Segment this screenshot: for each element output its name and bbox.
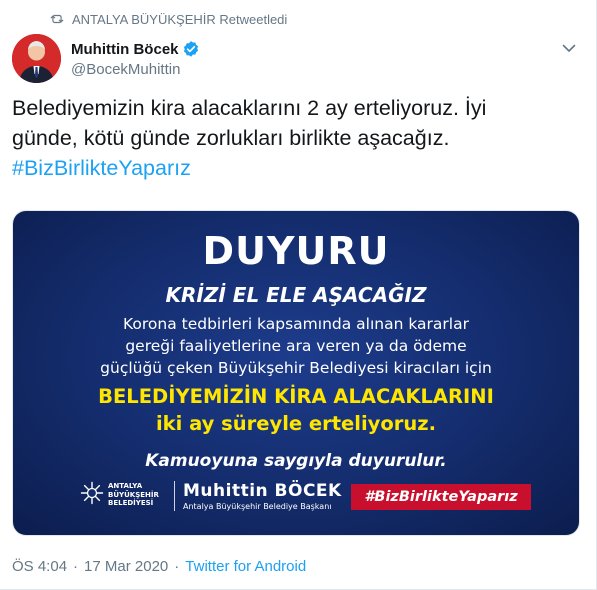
- meta-separator: ·: [174, 557, 180, 575]
- announcement-graphic: DUYURU KRİZİ EL ELE AŞACAĞIZ Korona tedb…: [13, 211, 579, 535]
- avatar[interactable]: [12, 34, 61, 83]
- announcement-body: Korona tedbirleri kapsamında alınan kara…: [13, 313, 579, 379]
- retweet-label: ANTALYA BÜYÜKŞEHİR Retweetledi: [72, 11, 288, 27]
- announcement-highlight: BELEDİYEMİZİN KİRA ALACAKLARINI iki ay s…: [13, 383, 579, 437]
- municipality-name-line-2: BÜYÜKŞEHİR: [108, 490, 159, 499]
- announcement-title: DUYURU: [202, 229, 390, 273]
- retweet-context[interactable]: ANTALYA BÜYÜKŞEHİR Retweetledi: [50, 9, 287, 29]
- announcement-body-line-3: güçlüğü çeken Büyükşehir Belediyesi kira…: [100, 359, 492, 377]
- announcement-highlight-line-1: BELEDİYEMİZİN KİRA ALACAKLARINI: [98, 385, 494, 408]
- mayor-name: Muhittin BÖCEK: [183, 481, 342, 501]
- chevron-down-icon[interactable]: [561, 40, 577, 56]
- announcement-body-line-2: gereği faaliyetlerine ara veren ya da öd…: [125, 337, 467, 355]
- tweet-author[interactable]: Muhittin Böcek @BocekMuhittin: [71, 39, 200, 81]
- tweet-text-line-1: Belediyemizin kira alacaklarını 2 ay ert…: [12, 96, 487, 120]
- hashtag-banner: #BizBirlikteYaparız: [351, 484, 531, 510]
- retweet-icon: [50, 14, 64, 24]
- announcement-subtitle: KRİZİ EL ELE AŞACAĞIZ: [165, 283, 427, 307]
- tweet-meta: ÖS 4:04 · 17 Mar 2020 · Twitter for Andr…: [12, 556, 306, 576]
- verified-badge-icon: [183, 41, 198, 57]
- author-handle[interactable]: @BocekMuhittin: [71, 61, 200, 81]
- tweet-text-line-2: günde, kötü günde zorlukları birlikte aş…: [12, 126, 450, 150]
- municipality-name-line-3: BELEDİYESİ: [108, 499, 154, 507]
- announcement-highlight-line-2: iki ay süreyle erteliyoruz.: [155, 412, 437, 435]
- tweet-timestamp[interactable]: ÖS 4:04: [12, 558, 67, 575]
- mayor-signature: Muhittin BÖCEK Antalya Büyükşehir Beledi…: [183, 481, 342, 511]
- municipality-name-line-1: ANTALYA: [108, 482, 143, 490]
- tweet-text: Belediyemizin kira alacaklarını 2 ay ert…: [12, 93, 582, 183]
- municipality-name: ANTALYA BÜYÜKŞEHİR BELEDİYESİ: [108, 482, 159, 508]
- tweet-media-image[interactable]: DUYURU KRİZİ EL ELE AŞACAĞIZ Korona tedb…: [12, 210, 580, 536]
- tweet-hashtag-link[interactable]: #BizBirlikteYaparız: [12, 153, 582, 183]
- announcement-closing: Kamuoyuna saygıyla duyurulur.: [145, 451, 447, 471]
- signature-divider: [174, 481, 175, 511]
- municipality-logo-icon: [80, 481, 104, 505]
- tweet-date[interactable]: 17 Mar 2020: [84, 558, 168, 575]
- announcement-body-line-1: Korona tedbirleri kapsamında alınan kara…: [123, 315, 469, 333]
- author-name[interactable]: Muhittin Böcek: [71, 41, 179, 58]
- meta-separator: ·: [73, 557, 79, 575]
- tweet-source-link[interactable]: Twitter for Android: [185, 558, 306, 575]
- mayor-title: Antalya Büyükşehir Belediye Başkanı: [183, 502, 332, 511]
